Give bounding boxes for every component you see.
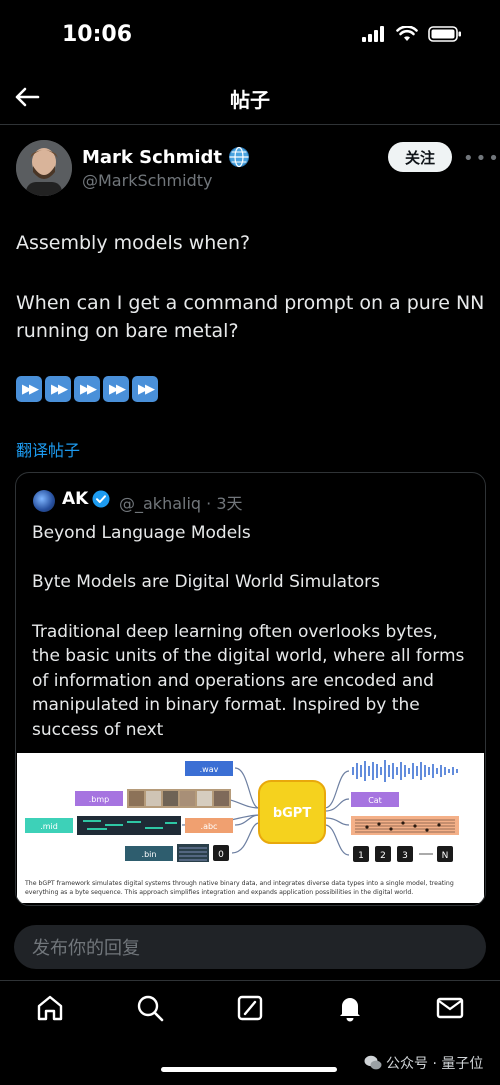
follow-button[interactable]: 关注: [388, 142, 452, 172]
author-name-row[interactable]: Mark Schmidt: [82, 146, 250, 168]
notifications-icon[interactable]: [334, 992, 366, 1024]
quoted-author-name-row: AK: [62, 489, 110, 509]
cat-label: Cat: [368, 796, 382, 805]
quoted-text-line: Byte Models are Digital World Simulators: [32, 572, 381, 592]
author-handle: @MarkSchmidty: [82, 171, 213, 190]
header-divider: [0, 124, 500, 125]
fast-forward-icon: ▶▶: [74, 376, 100, 402]
quoted-post-card[interactable]: AK @_akhaliq · 3天 Beyond Language Models…: [15, 472, 486, 906]
messages-icon[interactable]: [434, 992, 466, 1024]
quoted-text-line: manipulated in binary format. Inspired b…: [32, 695, 420, 715]
abc-label: .abc: [201, 822, 218, 831]
battery-icon: [428, 26, 461, 42]
reply-placeholder: 发布你的回复: [32, 938, 140, 959]
post-text-line: Assembly models when?: [16, 232, 251, 254]
wechat-icon: [364, 1055, 382, 1070]
search-icon[interactable]: [134, 992, 166, 1024]
bgpt-label: bGPT: [273, 806, 312, 821]
post-text-line: running on bare metal?: [16, 320, 239, 342]
quoted-author-avatar: [33, 490, 55, 512]
figure-caption-line: The bGPT framework simulates digital sys…: [24, 880, 454, 887]
fast-forward-icon: ▶▶: [45, 376, 71, 402]
mid-label: .mid: [40, 822, 58, 831]
fast-forward-icon: ▶▶: [16, 376, 42, 402]
verified-badge-icon: [92, 490, 110, 508]
home-indicator: [161, 1067, 337, 1072]
grok-icon[interactable]: [234, 992, 266, 1024]
chip-2-label: 2: [380, 851, 386, 861]
quoted-figure-image[interactable]: .wav .bmp .mid .abc .bin 0 bGPT Cat 1 2 …: [17, 753, 484, 903]
wifi-icon: [396, 26, 418, 41]
fast-forward-icon: ▶▶: [103, 376, 129, 402]
bmp-label: .bmp: [89, 795, 110, 804]
chip-1-label: 1: [358, 851, 364, 861]
watermark-text: 公众号 · 量子位: [386, 1056, 484, 1072]
quoted-text-line: success of next: [32, 720, 164, 740]
page-title: 帖子: [230, 88, 270, 112]
status-time: 10:06: [62, 22, 133, 47]
author-name: Mark Schmidt: [82, 146, 223, 168]
figure-caption-line: everything as a byte sequence. This appr…: [25, 889, 413, 896]
chip-3-label: 3: [402, 851, 408, 861]
watermark: 公众号 · 量子位: [364, 1053, 483, 1073]
status-icons: [362, 26, 462, 42]
globe-icon: [229, 146, 250, 168]
home-icon[interactable]: [34, 992, 66, 1024]
quoted-author-name: AK: [62, 489, 89, 509]
wav-label: .wav: [200, 765, 219, 774]
translate-post-link[interactable]: 翻译帖子: [16, 437, 80, 461]
quoted-text-line: Traditional deep learning often overlook…: [32, 622, 438, 642]
chip-n-label: N: [442, 851, 449, 861]
quoted-handle-time: @_akhaliq · 3天: [119, 494, 243, 513]
quoted-text-line: Beyond Language Models: [32, 523, 251, 543]
bin-label: .bin: [142, 850, 157, 859]
quoted-text-line: of information and operations are encode…: [32, 671, 434, 691]
quoted-text-line: the basic units of the digital world, wh…: [32, 646, 465, 666]
post-text-line: When can I get a command prompt on a pur…: [16, 292, 485, 314]
author-avatar[interactable]: [16, 140, 72, 196]
emoji-row: ▶▶ ▶▶ ▶▶ ▶▶ ▶▶: [16, 376, 158, 402]
signal-icon: [362, 26, 384, 42]
waveform: [352, 760, 458, 782]
fast-forward-icon: ▶▶: [132, 376, 158, 402]
more-options-icon[interactable]: •••: [463, 148, 500, 169]
chip-zero-label: 0: [218, 850, 224, 860]
